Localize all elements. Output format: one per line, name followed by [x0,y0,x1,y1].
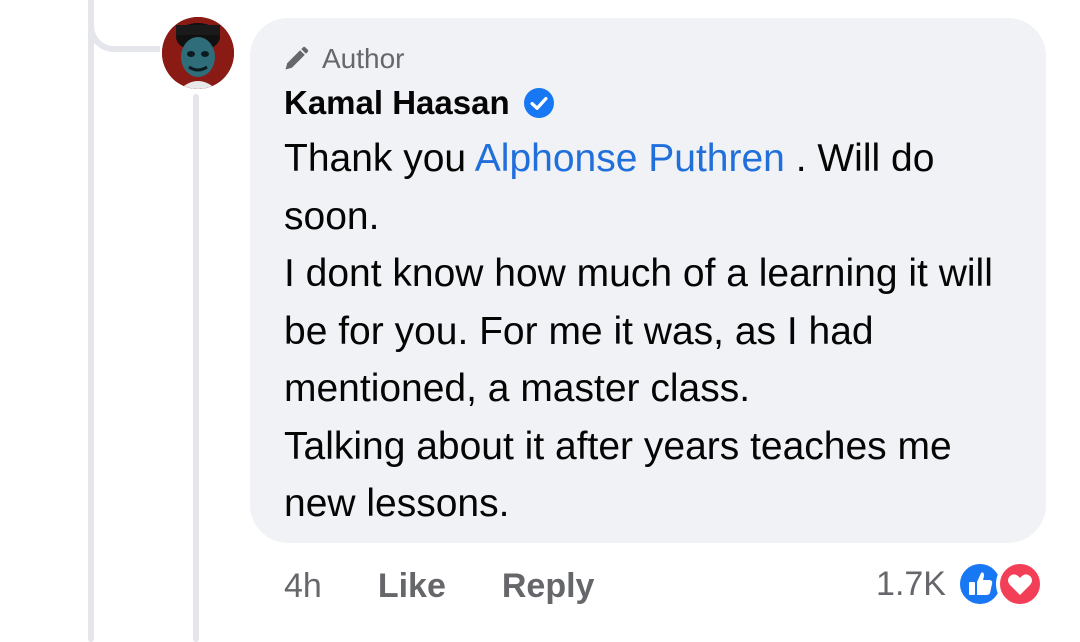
comment-paragraph-1: Thank you Alphonse Puthren . Will do soo… [284,130,1014,245]
thread-line-reply [193,94,199,642]
author-row: Kamal Haasan [284,81,554,125]
thread-connector [88,0,160,52]
thread-line-parent [88,0,94,642]
like-button[interactable]: Like [378,567,446,606]
comment-text: Thank you Alphonse Puthren . Will do soo… [284,130,1014,533]
avatar[interactable] [162,17,234,89]
love-reaction-icon [996,560,1044,608]
reply-button[interactable]: Reply [502,567,595,606]
badge-label: Author [322,43,405,74]
reaction-summary[interactable]: 1.7K [876,558,1046,610]
timestamp[interactable]: 4h [284,567,322,606]
author-badge: Author [282,40,405,78]
mention-link[interactable]: Alphonse Puthren [475,137,785,180]
comment-paragraph-2: I dont know how much of a learning it wi… [284,252,993,410]
pencil-icon [285,46,309,70]
comment-actions: 4h Like Reply [284,562,594,610]
comment-text-start: Thank you [284,137,475,180]
reaction-count: 1.7K [876,564,946,603]
author-name[interactable]: Kamal Haasan [284,84,510,122]
reaction-icons [956,560,1046,608]
comment-paragraph-3: Talking about it after years teaches me … [284,424,952,526]
verified-badge-icon [523,88,554,118]
